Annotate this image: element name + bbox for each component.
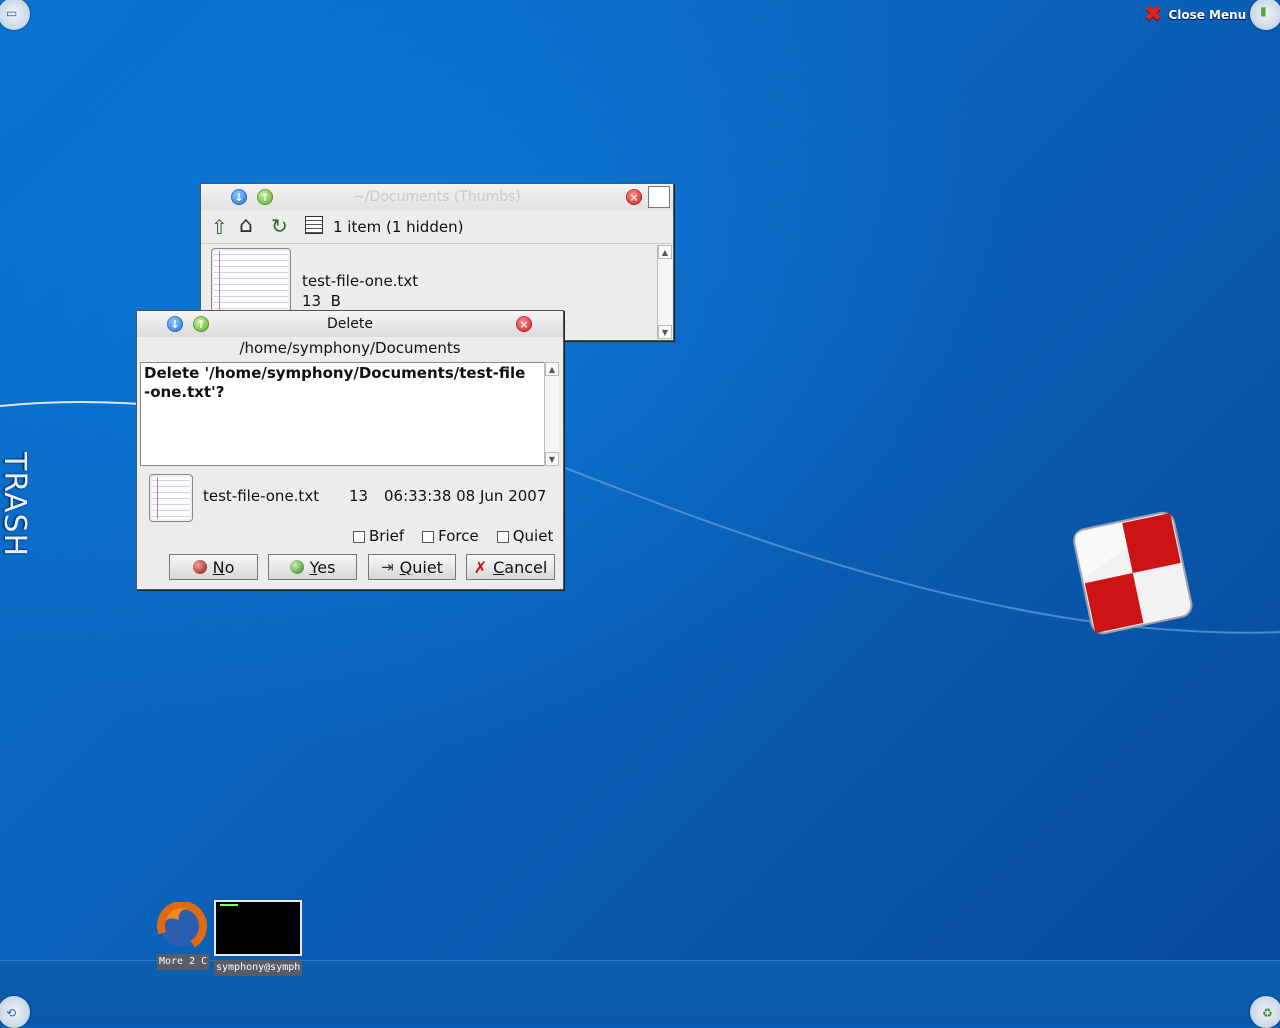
quiet-button[interactable]: ⇥ Quiet (368, 554, 456, 580)
refresh-icon: ⟲ (6, 1006, 17, 1020)
firefox-icon (157, 901, 207, 951)
resize-box[interactable] (648, 186, 670, 208)
directory-path: /home/symphony/Documents (239, 339, 461, 357)
delete-message: Delete '/home/symphony/Documents/test-fi… (144, 364, 526, 401)
book-icon: ▮ (1260, 4, 1267, 18)
home-icon[interactable]: ⌂ (239, 213, 253, 238)
desktop: ▭ ▮ ⟲ ♻ ✖ Close Menu TRASH ↓ ↑ ~/Documen… (0, 0, 1280, 1028)
corner-top-left[interactable]: ▭ (0, 0, 30, 30)
green-dot-icon (289, 560, 304, 574)
button-row: No Yes ⇥ Quiet ✗ Cancel (137, 554, 563, 582)
file-date: 06:33:38 08 Jun 2007 (384, 487, 547, 505)
skip-forward-icon: ⇥ (381, 558, 394, 576)
file-name: test-file-one.txt (203, 487, 320, 505)
quiet-label: Quiet (512, 527, 554, 545)
quiet-checkbox[interactable]: Quiet (496, 527, 554, 545)
terminal-task[interactable]: symphony@symph (214, 900, 302, 976)
no-label: o (224, 557, 235, 577)
checkbox-icon[interactable] (496, 530, 509, 543)
thumbs-title: ~/Documents (Thumbs) (353, 189, 521, 205)
scroll-down-icon[interactable]: ▼ (545, 452, 559, 466)
close-icon: ✖ (1144, 2, 1163, 27)
refresh-icon[interactable]: ↻ (271, 214, 288, 238)
thumbs-titlebar[interactable]: ↓ ↑ ~/Documents (Thumbs) × (201, 184, 673, 210)
close-window-icon[interactable]: × (516, 316, 532, 332)
monitor-icon: ▭ (6, 6, 18, 20)
no-button[interactable]: No (169, 554, 258, 580)
cancel-x-icon: ✗ (473, 557, 488, 577)
firefox-task[interactable]: More 2 C (157, 901, 209, 972)
quiet-label: uiet (412, 557, 443, 577)
thumbs-scrollbar[interactable]: ▲ ▼ (657, 245, 672, 339)
item-count-status: 1 item (1 hidden) (333, 218, 464, 236)
brief-checkbox[interactable]: Brief (353, 527, 404, 545)
checkbox-icon[interactable] (353, 530, 365, 543)
delete-titlebar[interactable]: ↓ ↑ Delete × (137, 311, 563, 337)
cancel-mnemonic: C (493, 557, 505, 577)
force-checkbox[interactable]: Force (422, 527, 479, 545)
message-scrollbar[interactable]: ▲ ▼ (544, 362, 559, 466)
file-size: 13 B (302, 292, 341, 310)
options-row: Brief Force Quiet (353, 527, 553, 545)
close-menu-button[interactable]: ✖ Close Menu (1144, 4, 1246, 26)
yes-label: es (317, 557, 336, 577)
brief-label: Brief (369, 527, 405, 545)
delete-title: Delete (327, 316, 373, 332)
trash-label[interactable]: TRASH (0, 452, 32, 572)
scroll-up-icon[interactable]: ▲ (658, 245, 672, 259)
terminal-task-label: symphony@symph (214, 960, 302, 976)
cancel-label: ancel (504, 557, 548, 577)
yes-button[interactable]: Yes (268, 554, 357, 580)
thumbs-toolbar: ⇧ ⌂ ↻ 1 item (1 hidden) (201, 211, 673, 244)
logo-icon[interactable] (1070, 508, 1196, 640)
details-view-icon[interactable] (305, 216, 323, 234)
red-dot-icon (192, 560, 207, 574)
scroll-down-icon[interactable]: ▼ (658, 325, 672, 339)
file-name[interactable]: test-file-one.txt (302, 272, 418, 290)
corner-top-right[interactable]: ▮ (1250, 0, 1280, 30)
close-window-icon[interactable]: × (626, 189, 642, 205)
recycle-icon: ♻ (1262, 1006, 1273, 1020)
message-area[interactable]: Delete '/home/symphony/Documents/test-fi… (140, 362, 546, 466)
file-size: 13 (349, 487, 369, 505)
file-icon (149, 474, 193, 522)
firefox-task-label: More 2 C (157, 954, 209, 970)
corner-bottom-right[interactable]: ♻ (1250, 996, 1280, 1028)
delete-dialog: ↓ ↑ Delete × /home/symphony/Documents De… (136, 310, 564, 590)
up-arrow-icon[interactable]: ⇧ (211, 215, 228, 239)
scroll-up-icon[interactable]: ▲ (545, 362, 559, 376)
no-mnemonic: N (212, 557, 225, 577)
checkbox-icon[interactable] (422, 530, 435, 543)
quiet-mnemonic: Q (399, 557, 413, 577)
force-label: Force (438, 527, 479, 545)
terminal-icon (214, 900, 302, 956)
cancel-button[interactable]: ✗ Cancel (466, 554, 555, 580)
close-menu-label: Close Menu (1168, 8, 1247, 22)
terminal-prompt-line (220, 904, 238, 906)
